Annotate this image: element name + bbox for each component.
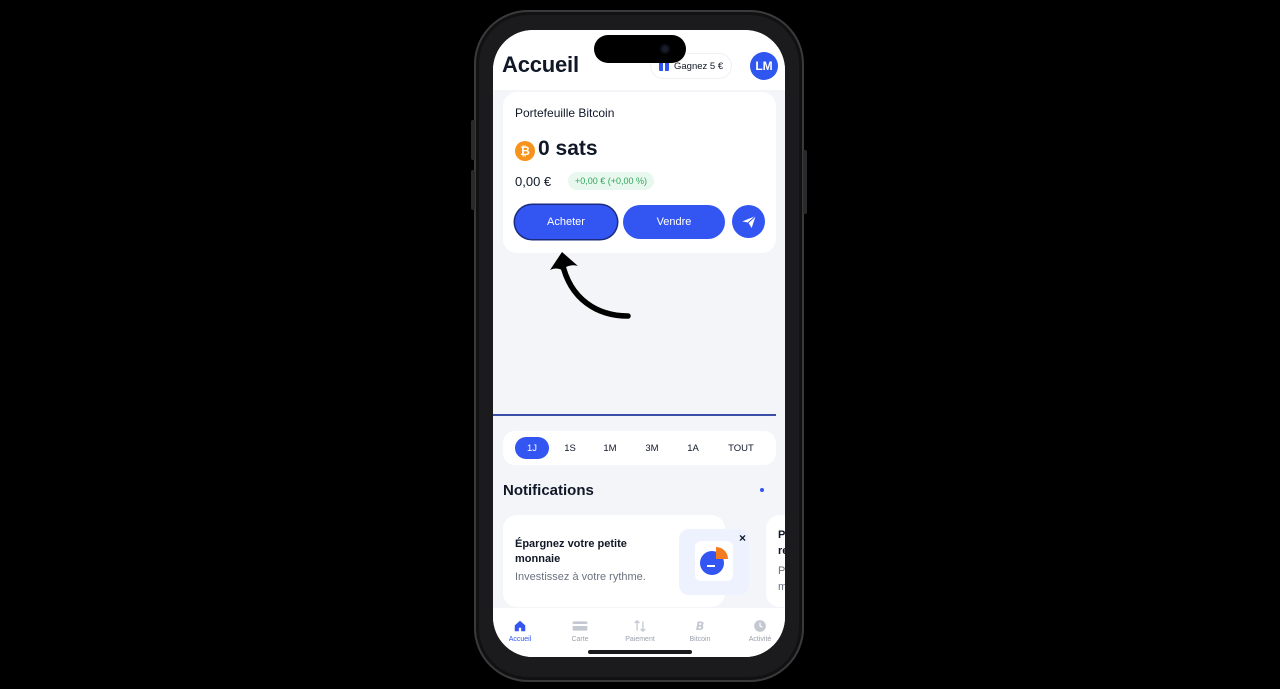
- range-option-1m[interactable]: 1M: [595, 437, 625, 459]
- notifications-title: Notifications: [503, 482, 594, 499]
- card-icon: [572, 621, 588, 631]
- tab-bitcoin[interactable]: B Bitcoin: [675, 619, 725, 643]
- tab-label: Activité: [748, 636, 772, 643]
- carousel-dot: [760, 488, 764, 492]
- notification-card[interactable]: Épargnez votre petite monnaie Investisse…: [503, 515, 749, 607]
- next-card-text: P: [778, 529, 785, 541]
- fiat-value: 0,00 €: [515, 174, 552, 189]
- sell-button[interactable]: Vendre: [623, 205, 725, 239]
- bitcoin-icon: ₿: [515, 141, 535, 161]
- range-option-1j[interactable]: 1J: [515, 437, 549, 459]
- range-option-tout[interactable]: TOUT: [721, 437, 761, 459]
- paper-plane-icon: [741, 215, 756, 228]
- power-button: [803, 150, 807, 214]
- send-button[interactable]: [732, 205, 765, 238]
- tab-carte[interactable]: Carte: [555, 619, 605, 643]
- tab-paiement[interactable]: Paiement: [615, 619, 665, 643]
- range-option-3m[interactable]: 3M: [637, 437, 667, 459]
- range-option-1s[interactable]: 1S: [555, 437, 585, 459]
- volume-button: [471, 170, 475, 210]
- clock-icon: [754, 620, 766, 632]
- next-notification-card[interactable]: P re P m: [766, 515, 785, 607]
- transfer-icon: [634, 619, 646, 633]
- page-title: Accueil: [502, 52, 579, 77]
- next-card-text: m: [778, 581, 785, 593]
- next-card-text: re: [778, 545, 785, 557]
- avatar[interactable]: LM: [750, 52, 778, 80]
- notification-subtitle: Investissez à votre rythme.: [515, 571, 646, 583]
- volume-button: [471, 120, 475, 160]
- wallet-balance: 0 sats: [538, 137, 598, 160]
- tab-label: Accueil: [508, 636, 532, 643]
- bitcoin-icon: B: [696, 620, 704, 633]
- change-badge: +0,00 € (+0,00 %): [568, 172, 655, 190]
- wallet-title: Portefeuille Bitcoin: [515, 106, 615, 120]
- tab-activite[interactable]: Activité: [735, 619, 785, 643]
- buy-button[interactable]: Acheter: [515, 205, 617, 239]
- earn-label: Gagnez 5 €: [674, 60, 724, 72]
- dynamic-island: [594, 35, 686, 63]
- bitcoin-wallet-card: Portefeuille Bitcoin ₿ 0 sats 0,00 € +0,…: [503, 92, 776, 253]
- camera-icon: [660, 44, 670, 54]
- tab-accueil[interactable]: Accueil: [495, 619, 545, 643]
- time-range-selector: 1J 1S 1M 3M 1A TOUT: [503, 431, 776, 465]
- tab-label: Paiement: [625, 636, 655, 643]
- tab-label: Bitcoin: [689, 636, 711, 643]
- app-screen: Accueil Gagnez 5 € LM Portefeuille Bitco…: [493, 30, 785, 657]
- svg-text:B: B: [696, 620, 704, 633]
- tab-label: Carte: [571, 636, 589, 643]
- notification-heading: Épargnez votre petite monnaie: [515, 538, 627, 565]
- next-card-text: P: [778, 565, 785, 577]
- range-option-1a[interactable]: 1A: [678, 437, 708, 459]
- home-indicator: [588, 650, 692, 654]
- annotation-arrow: [550, 252, 631, 319]
- home-icon: [514, 620, 526, 632]
- price-chart-line: [493, 414, 776, 416]
- close-icon[interactable]: ×: [739, 531, 746, 545]
